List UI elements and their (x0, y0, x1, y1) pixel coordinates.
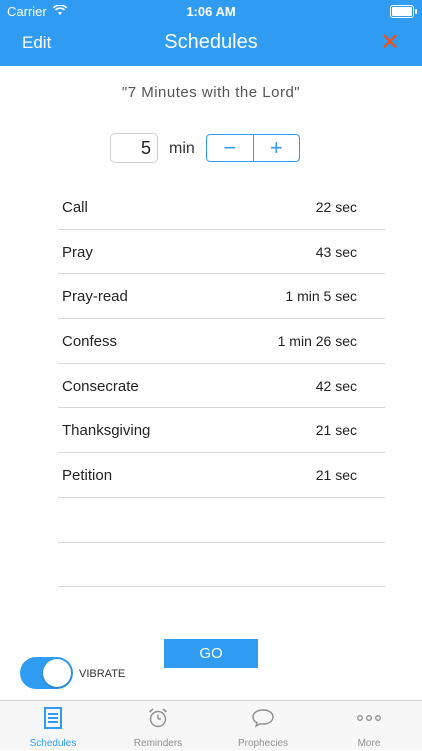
schedule-list: Call 22 sec Pray 43 sec Pray-read 1 min … (58, 185, 385, 588)
more-dots-icon (327, 707, 411, 729)
minutes-field[interactable]: 5 (110, 133, 158, 163)
tab-reminders[interactable]: Reminders (116, 701, 200, 751)
tab-label: Schedules (29, 738, 77, 749)
item-name: Consecrate (62, 377, 139, 395)
alarm-clock-icon (116, 707, 200, 729)
item-name: Call (62, 199, 88, 216)
item-name: Petition (62, 467, 113, 485)
tab-schedules[interactable]: Schedules (11, 701, 95, 751)
vibrate-toggle[interactable] (20, 657, 73, 689)
schedule-name: "7 Minutes with the Lord" (121, 84, 301, 101)
close-icon[interactable]: ✕ (380, 28, 400, 57)
empty-row (58, 498, 385, 543)
tab-label: More (357, 738, 381, 749)
item-duration: 22 sec (315, 199, 357, 215)
minutes-stepper: − + (206, 134, 300, 162)
tab-label: Reminders (133, 738, 183, 749)
vibrate-label: VIBRATE (79, 668, 126, 680)
item-duration: 21 sec (315, 467, 357, 484)
tab-label: Prophecies (237, 738, 289, 749)
list-item[interactable]: Thanksgiving 21 sec (58, 408, 385, 454)
schedules-icon (11, 707, 95, 729)
speech-bubble-icon (221, 707, 305, 729)
toggle-knob (43, 659, 71, 687)
list-item[interactable]: Pray-read 1 min 5 sec (58, 274, 385, 320)
status-bar: Carrier 1:06 AM (0, 0, 422, 22)
item-name: Thanksgiving (62, 422, 151, 440)
tab-prophecies[interactable]: Prophecies (221, 701, 305, 751)
item-duration: 42 sec (315, 377, 357, 394)
item-name: Pray-read (62, 288, 128, 306)
item-duration: 43 sec (315, 243, 357, 260)
item-duration: 21 sec (315, 422, 357, 439)
list-item[interactable]: Call 22 sec (58, 185, 385, 230)
item-duration: 1 min 5 sec (285, 288, 357, 305)
item-name: Pray (62, 243, 93, 261)
item-name: Confess (62, 333, 118, 351)
list-item[interactable]: Consecrate 42 sec (58, 364, 385, 409)
tab-bar: Schedules Reminders Prophecies More (0, 700, 422, 750)
item-duration: 1 min 26 sec (277, 333, 357, 350)
go-button[interactable]: GO (164, 639, 258, 668)
nav-bar: Carrier 1:06 AM Edit Schedules ✕ (0, 0, 422, 66)
status-time: 1:06 AM (186, 4, 236, 19)
battery-icon (390, 5, 417, 18)
empty-row (58, 543, 385, 588)
page-title: Schedules (164, 31, 258, 53)
list-item[interactable]: Pray 43 sec (58, 230, 385, 275)
list-item[interactable]: Confess 1 min 26 sec (58, 319, 385, 364)
increment-button[interactable]: + (252, 135, 300, 161)
list-item[interactable]: Petition 21 sec (58, 453, 385, 498)
tab-more[interactable]: More (327, 701, 411, 751)
decrement-button[interactable]: − (207, 135, 253, 161)
minutes-unit-label: min (169, 140, 195, 157)
